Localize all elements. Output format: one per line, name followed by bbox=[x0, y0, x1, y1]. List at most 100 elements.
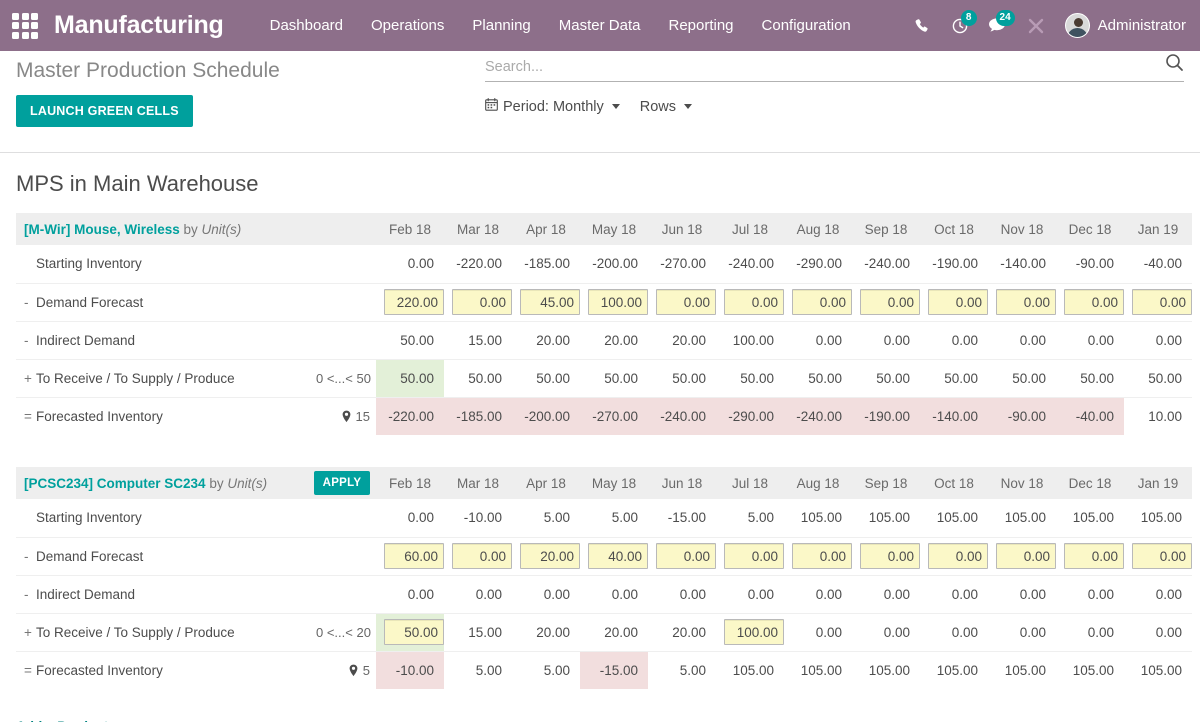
editable-cell[interactable] bbox=[852, 536, 920, 575]
editable-cell[interactable] bbox=[580, 282, 648, 321]
cell-value-input[interactable] bbox=[520, 289, 580, 315]
cell-value-input[interactable] bbox=[996, 289, 1056, 315]
cell-value-input[interactable] bbox=[452, 289, 512, 315]
cell-value-input[interactable] bbox=[1132, 543, 1192, 569]
editable-cell[interactable] bbox=[716, 612, 784, 651]
cell-value-input[interactable] bbox=[724, 619, 784, 645]
editable-cell[interactable] bbox=[444, 536, 512, 575]
search-bar[interactable] bbox=[485, 54, 1184, 82]
cell-value-input[interactable] bbox=[384, 619, 444, 645]
editable-cell[interactable] bbox=[784, 282, 852, 321]
row-label-cell: + To Receive / To Supply / Produce bbox=[16, 358, 308, 397]
phone-icon[interactable] bbox=[903, 9, 941, 43]
product-name-cell[interactable]: [M-Wir] Mouse, Wireless by Unit(s) bbox=[16, 213, 308, 245]
editable-cell[interactable] bbox=[920, 282, 988, 321]
column-header-8: Oct 18 bbox=[920, 467, 988, 499]
product-header-meta-cell bbox=[308, 213, 376, 245]
editable-cell[interactable] bbox=[716, 282, 784, 321]
editable-cell[interactable] bbox=[648, 536, 716, 575]
editable-cell[interactable] bbox=[580, 536, 648, 575]
search-input[interactable] bbox=[485, 59, 1184, 75]
editable-cell[interactable] bbox=[988, 536, 1056, 575]
editable-cell[interactable] bbox=[716, 536, 784, 575]
product-code-name[interactable]: [PCSC234] Computer SC234 bbox=[24, 476, 206, 491]
editable-cell[interactable] bbox=[376, 536, 444, 575]
cell-value-input[interactable] bbox=[860, 289, 920, 315]
cell-value-input[interactable] bbox=[384, 289, 444, 315]
value-cell: 0.00 bbox=[988, 612, 1056, 651]
editable-cell[interactable] bbox=[444, 282, 512, 321]
column-header-10: Dec 18 bbox=[1056, 213, 1124, 245]
value-cell: 0.00 bbox=[1056, 612, 1124, 651]
cell-value-input[interactable] bbox=[656, 289, 716, 315]
cell-value-input[interactable] bbox=[1064, 289, 1124, 315]
column-header-2: Apr 18 bbox=[512, 213, 580, 245]
messages-icon[interactable]: 24 bbox=[979, 9, 1017, 43]
cell-value-input[interactable] bbox=[724, 289, 784, 315]
menu-item-dashboard[interactable]: Dashboard bbox=[256, 11, 357, 40]
cell-value-input[interactable] bbox=[724, 543, 784, 569]
table-row: = Forecasted Inventory 15 -220.00 -185.00 -20… bbox=[16, 396, 1192, 435]
editable-cell[interactable] bbox=[1124, 282, 1192, 321]
editable-cell[interactable] bbox=[1056, 536, 1124, 575]
value-cell: 50.00 bbox=[784, 358, 852, 397]
editable-cell[interactable] bbox=[852, 282, 920, 321]
cell-value-input[interactable] bbox=[792, 543, 852, 569]
cell-value-input[interactable] bbox=[588, 289, 648, 315]
editable-cell[interactable] bbox=[376, 282, 444, 321]
cell-value-input[interactable] bbox=[792, 289, 852, 315]
filter-period[interactable]: Period: Monthly bbox=[485, 98, 620, 115]
cell-value-input[interactable] bbox=[588, 543, 648, 569]
row-label-cell: - Demand Forecast bbox=[16, 536, 308, 575]
value-cell: 105.00 bbox=[800, 510, 842, 526]
filter-rows[interactable]: Rows bbox=[640, 99, 693, 115]
cell-value-input[interactable] bbox=[928, 543, 988, 569]
editable-cell[interactable] bbox=[376, 612, 444, 651]
value-cell: -190.00 bbox=[932, 256, 978, 272]
row-meta-cell[interactable]: 5 bbox=[308, 650, 376, 689]
cell-value-input[interactable] bbox=[656, 543, 716, 569]
row-label-text: Demand Forecast bbox=[36, 548, 144, 564]
editable-cell[interactable] bbox=[920, 536, 988, 575]
menu-item-planning[interactable]: Planning bbox=[458, 11, 544, 40]
clock-activity-icon[interactable]: 8 bbox=[941, 9, 979, 43]
cell-value-input[interactable] bbox=[1132, 289, 1192, 315]
cell-value-input[interactable] bbox=[520, 543, 580, 569]
menu-item-configuration[interactable]: Configuration bbox=[748, 11, 865, 40]
cell-value-input[interactable] bbox=[860, 543, 920, 569]
editable-cell[interactable] bbox=[512, 282, 580, 321]
apps-grid-icon[interactable] bbox=[10, 11, 40, 41]
row-meta-cell[interactable]: 0 <...< 20 bbox=[308, 612, 376, 651]
apply-button[interactable]: APPLY bbox=[313, 471, 371, 495]
launch-green-cells-button[interactable]: LAUNCH GREEN CELLS bbox=[16, 95, 193, 127]
row-label-cell: - Indirect Demand bbox=[16, 320, 308, 359]
editable-cell[interactable] bbox=[1056, 282, 1124, 321]
editable-cell[interactable] bbox=[988, 282, 1056, 321]
cell-value-input[interactable] bbox=[452, 543, 512, 569]
menu-item-master-data[interactable]: Master Data bbox=[545, 11, 655, 40]
cell-value-input[interactable] bbox=[928, 289, 988, 315]
value-cell: 5.00 bbox=[747, 510, 774, 526]
cell-value-input[interactable] bbox=[384, 543, 444, 569]
editable-cell[interactable] bbox=[648, 282, 716, 321]
user-menu[interactable]: Administrator bbox=[1064, 13, 1186, 38]
row-meta-value: 15 bbox=[355, 408, 370, 424]
editable-cell[interactable] bbox=[784, 536, 852, 575]
table-row: + To Receive / To Supply / Produce 0 <...<… bbox=[16, 612, 1192, 651]
editable-cell[interactable] bbox=[512, 536, 580, 575]
editable-cell[interactable] bbox=[1124, 536, 1192, 575]
row-meta-cell[interactable]: 0 <...< 50 bbox=[308, 358, 376, 397]
row-meta-cell[interactable]: 15 bbox=[308, 396, 376, 435]
debug-tools-icon[interactable] bbox=[1017, 9, 1055, 43]
cell-value-input[interactable] bbox=[1064, 543, 1124, 569]
app-brand-title[interactable]: Manufacturing bbox=[54, 11, 224, 40]
value-cell: -240.00 bbox=[784, 396, 852, 435]
product-name-cell[interactable]: [PCSC234] Computer SC234 by Unit(s) bbox=[16, 467, 308, 499]
product-code-name[interactable]: [M-Wir] Mouse, Wireless bbox=[24, 222, 180, 237]
control-panel-right: Period: Monthly Rows bbox=[485, 54, 1184, 115]
search-icon[interactable] bbox=[1165, 53, 1184, 77]
cell-value-input[interactable] bbox=[996, 543, 1056, 569]
menu-item-reporting[interactable]: Reporting bbox=[654, 11, 747, 40]
value-cell: 15.00 bbox=[444, 320, 512, 359]
menu-item-operations[interactable]: Operations bbox=[357, 11, 458, 40]
